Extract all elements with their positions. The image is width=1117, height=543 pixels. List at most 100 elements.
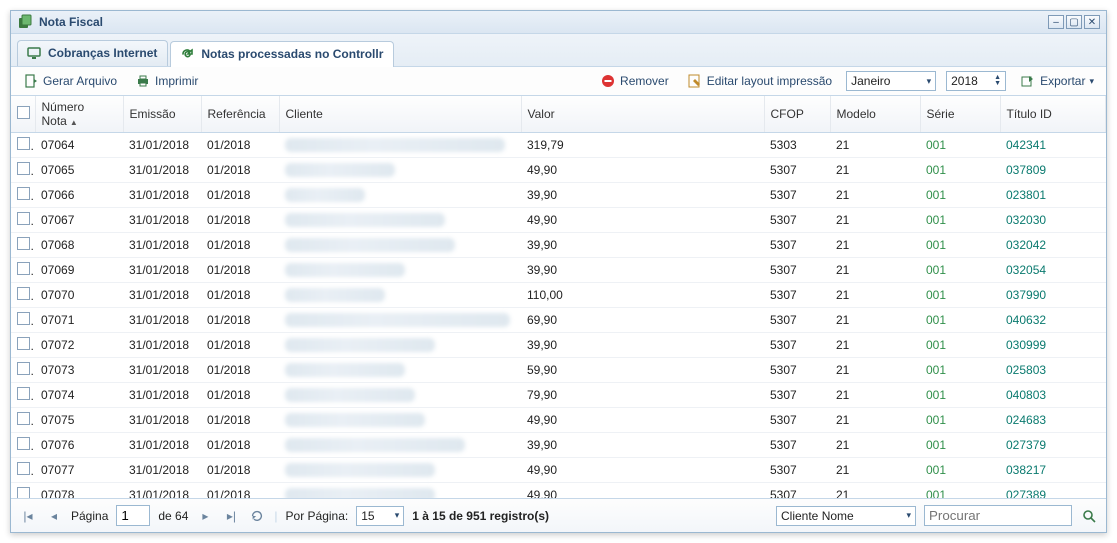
- table-row[interactable]: 0706931/01/201801/201839,905307210010320…: [11, 258, 1106, 283]
- table-row[interactable]: 0707431/01/201801/201879,905307210010408…: [11, 383, 1106, 408]
- cell-numero: 07076: [35, 433, 123, 458]
- table-row[interactable]: 0706431/01/201801/2018319,79530321001042…: [11, 133, 1106, 158]
- cell-titulo-id[interactable]: 024683: [1000, 408, 1106, 433]
- table-row[interactable]: 0707131/01/201801/201869,905307210010406…: [11, 308, 1106, 333]
- col-cfop-header[interactable]: CFOP: [764, 96, 830, 133]
- cell-serie[interactable]: 001: [920, 183, 1000, 208]
- next-page-button[interactable]: ▸: [196, 507, 214, 525]
- cell-serie[interactable]: 001: [920, 458, 1000, 483]
- table-row[interactable]: 0706531/01/201801/201849,905307210010378…: [11, 158, 1106, 183]
- minimize-button[interactable]: –: [1048, 15, 1064, 29]
- table-row[interactable]: 0707231/01/201801/201839,905307210010309…: [11, 333, 1106, 358]
- checkbox[interactable]: [17, 237, 30, 250]
- close-button[interactable]: ✕: [1084, 15, 1100, 29]
- refresh-button[interactable]: [248, 507, 266, 525]
- table-row[interactable]: 0706831/01/201801/201839,905307210010320…: [11, 233, 1106, 258]
- cell-titulo-id[interactable]: 023801: [1000, 183, 1106, 208]
- imprimir-button[interactable]: Imprimir: [131, 71, 202, 91]
- cell-serie[interactable]: 001: [920, 433, 1000, 458]
- tab-cobrancas-internet[interactable]: Cobranças Internet: [17, 40, 168, 66]
- tab-notas-processadas[interactable]: Notas processadas no Controllr: [170, 41, 394, 67]
- cell-titulo-id[interactable]: 025803: [1000, 358, 1106, 383]
- cell-titulo-id[interactable]: 027389: [1000, 483, 1106, 500]
- cell-serie[interactable]: 001: [920, 133, 1000, 158]
- maximize-button[interactable]: ▢: [1066, 15, 1082, 29]
- col-valor-header[interactable]: Valor: [521, 96, 764, 133]
- col-serie-header[interactable]: Série: [920, 96, 1000, 133]
- cell-titulo-id[interactable]: 032054: [1000, 258, 1106, 283]
- cell-serie[interactable]: 001: [920, 283, 1000, 308]
- col-check-header[interactable]: [11, 96, 35, 133]
- cell-valor: 49,90: [521, 158, 764, 183]
- cell-cliente: [279, 308, 521, 333]
- per-page-select[interactable]: 15 ▾: [356, 506, 404, 526]
- page-input[interactable]: [116, 505, 150, 526]
- cell-titulo-id[interactable]: 027379: [1000, 433, 1106, 458]
- cell-serie[interactable]: 001: [920, 383, 1000, 408]
- checkbox[interactable]: [17, 312, 30, 325]
- cell-serie[interactable]: 001: [920, 233, 1000, 258]
- cell-titulo-id[interactable]: 032042: [1000, 233, 1106, 258]
- cell-serie[interactable]: 001: [920, 258, 1000, 283]
- cell-titulo-id[interactable]: 038217: [1000, 458, 1106, 483]
- checkbox[interactable]: [17, 387, 30, 400]
- cell-referencia: 01/2018: [201, 308, 279, 333]
- cell-serie[interactable]: 001: [920, 208, 1000, 233]
- checkbox[interactable]: [17, 212, 30, 225]
- cell-titulo-id[interactable]: 030999: [1000, 333, 1106, 358]
- cell-serie[interactable]: 001: [920, 158, 1000, 183]
- cell-titulo-id[interactable]: 040803: [1000, 383, 1106, 408]
- cell-serie[interactable]: 001: [920, 358, 1000, 383]
- cell-serie[interactable]: 001: [920, 308, 1000, 333]
- editar-layout-button[interactable]: Editar layout impressão: [683, 71, 836, 91]
- checkbox[interactable]: [17, 106, 30, 119]
- checkbox[interactable]: [17, 362, 30, 375]
- search-field-select[interactable]: Cliente Nome ▾: [776, 506, 916, 526]
- cell-titulo-id[interactable]: 042341: [1000, 133, 1106, 158]
- cell-titulo-id[interactable]: 037990: [1000, 283, 1106, 308]
- checkbox[interactable]: [17, 162, 30, 175]
- table-row[interactable]: 0707331/01/201801/201859,905307210010258…: [11, 358, 1106, 383]
- remover-button[interactable]: Remover: [596, 71, 673, 91]
- col-numero-header[interactable]: Número Nota▲: [35, 96, 123, 133]
- checkbox[interactable]: [17, 437, 30, 450]
- col-emissao-header[interactable]: Emissão: [123, 96, 201, 133]
- table-row[interactable]: 0707531/01/201801/201849,905307210010246…: [11, 408, 1106, 433]
- gerar-arquivo-button[interactable]: Gerar Arquivo: [19, 71, 121, 91]
- prev-page-button[interactable]: ◂: [45, 507, 63, 525]
- col-titulo-id-header[interactable]: Título ID: [1000, 96, 1106, 133]
- month-select[interactable]: Janeiro ▾: [846, 71, 936, 91]
- cell-serie[interactable]: 001: [920, 333, 1000, 358]
- table-row[interactable]: 0707631/01/201801/201839,905307210010273…: [11, 433, 1106, 458]
- search-input[interactable]: [924, 505, 1072, 526]
- col-referencia-header[interactable]: Referência: [201, 96, 279, 133]
- table-row[interactable]: 0706731/01/201801/201849,905307210010320…: [11, 208, 1106, 233]
- cell-serie[interactable]: 001: [920, 408, 1000, 433]
- table-row[interactable]: 0707831/01/201801/201849,905307210010273…: [11, 483, 1106, 500]
- checkbox[interactable]: [17, 462, 30, 475]
- cell-serie[interactable]: 001: [920, 483, 1000, 500]
- checkbox[interactable]: [17, 262, 30, 275]
- checkbox[interactable]: [17, 337, 30, 350]
- col-modelo-header[interactable]: Modelo: [830, 96, 920, 133]
- cell-modelo: 21: [830, 133, 920, 158]
- checkbox[interactable]: [17, 487, 30, 499]
- checkbox[interactable]: [17, 412, 30, 425]
- col-cliente-header[interactable]: Cliente: [279, 96, 521, 133]
- table-row[interactable]: 0706631/01/201801/201839,905307210010238…: [11, 183, 1106, 208]
- cell-emissao: 31/01/2018: [123, 208, 201, 233]
- exportar-button[interactable]: Exportar ▾: [1016, 71, 1098, 91]
- cell-titulo-id[interactable]: 032030: [1000, 208, 1106, 233]
- spinner-icon[interactable]: ▲▼: [994, 75, 1001, 87]
- cell-titulo-id[interactable]: 037809: [1000, 158, 1106, 183]
- table-row[interactable]: 0707731/01/201801/201849,905307210010382…: [11, 458, 1106, 483]
- first-page-button[interactable]: |◂: [19, 507, 37, 525]
- last-page-button[interactable]: ▸|: [222, 507, 240, 525]
- checkbox[interactable]: [17, 137, 30, 150]
- year-select[interactable]: 2018 ▲▼: [946, 71, 1006, 91]
- checkbox[interactable]: [17, 187, 30, 200]
- table-row[interactable]: 0707031/01/201801/2018110,00530721001037…: [11, 283, 1106, 308]
- checkbox[interactable]: [17, 287, 30, 300]
- search-button[interactable]: [1080, 507, 1098, 525]
- cell-titulo-id[interactable]: 040632: [1000, 308, 1106, 333]
